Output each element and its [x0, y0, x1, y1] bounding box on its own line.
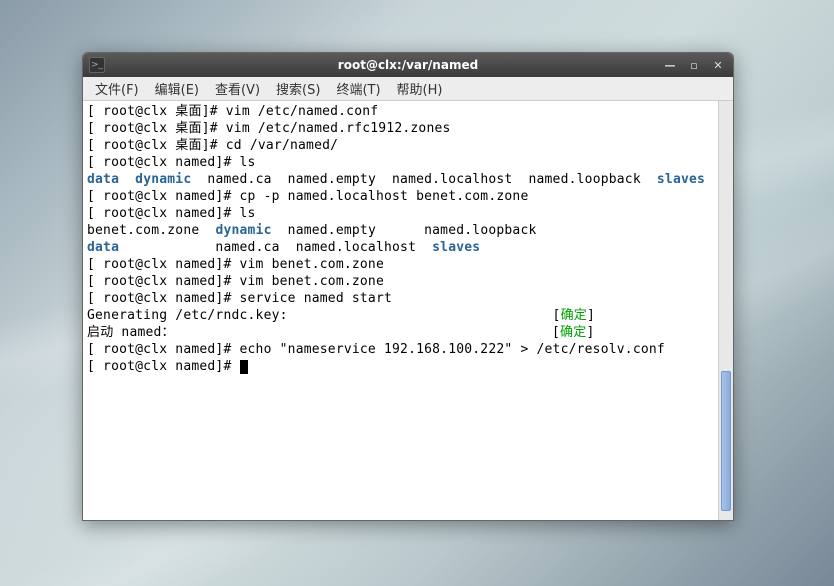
scrollbar-thumb[interactable]: [721, 371, 731, 511]
minimize-button[interactable]: —: [661, 57, 679, 73]
scrollbar[interactable]: [718, 101, 733, 520]
terminal-window: >_ root@clx:/var/named — ▫ ✕ 文件(F) 编辑(E)…: [82, 52, 734, 521]
menu-search[interactable]: 搜索(S): [268, 77, 328, 100]
terminal-icon: >_: [89, 57, 105, 73]
terminal-output[interactable]: [ root@clx 桌面]# vim /etc/named.conf[ roo…: [83, 101, 718, 520]
menu-file[interactable]: 文件(F): [87, 77, 147, 100]
menubar: 文件(F) 编辑(E) 查看(V) 搜索(S) 终端(T) 帮助(H): [83, 77, 733, 101]
window-controls: — ▫ ✕: [661, 57, 727, 73]
close-button[interactable]: ✕: [709, 57, 727, 73]
window-title: root@clx:/var/named: [83, 58, 733, 72]
menu-help[interactable]: 帮助(H): [389, 77, 451, 100]
menu-terminal[interactable]: 终端(T): [328, 77, 388, 100]
titlebar[interactable]: >_ root@clx:/var/named — ▫ ✕: [83, 53, 733, 77]
menu-edit[interactable]: 编辑(E): [147, 77, 207, 100]
menu-view[interactable]: 查看(V): [207, 77, 268, 100]
maximize-button[interactable]: ▫: [685, 57, 703, 73]
terminal-area: [ root@clx 桌面]# vim /etc/named.conf[ roo…: [83, 101, 733, 520]
